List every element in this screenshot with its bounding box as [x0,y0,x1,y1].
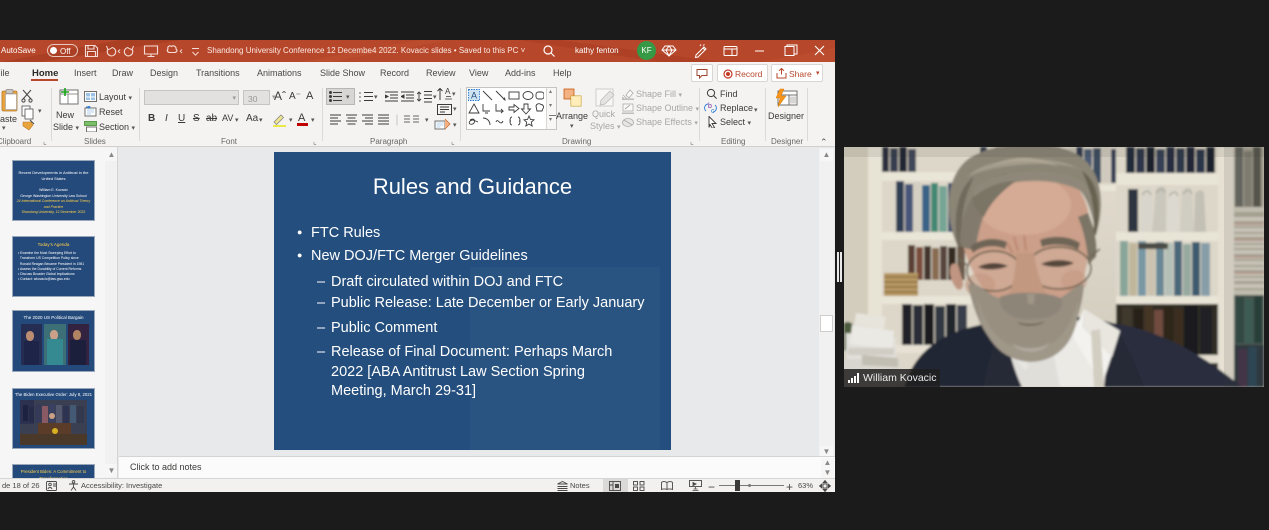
svg-text:A: A [445,87,451,96]
svg-text:c: c [711,108,715,114]
svg-text:A: A [471,91,477,101]
